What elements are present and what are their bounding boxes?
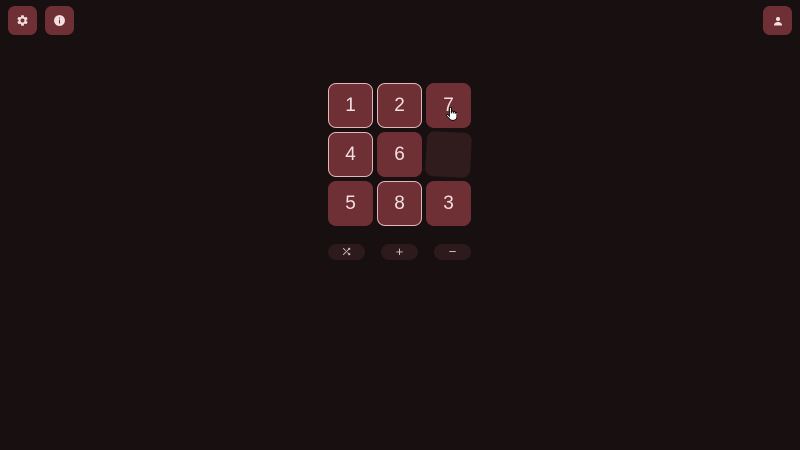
settings-button[interactable] <box>8 6 37 35</box>
tile[interactable]: 1 <box>328 83 373 128</box>
shuffle-icon <box>328 246 365 257</box>
tile[interactable]: 6 <box>377 132 422 177</box>
add-tile-button[interactable]: + <box>381 244 418 260</box>
account-button[interactable] <box>763 6 792 35</box>
tile[interactable]: 8 <box>377 181 422 226</box>
tile[interactable]: 5 <box>328 181 373 226</box>
empty-slot <box>424 130 473 179</box>
shuffle-button[interactable] <box>328 244 365 260</box>
puzzle-page: 1 2 7 4 6 5 8 3 + − <box>0 0 800 450</box>
tile[interactable]: 7 <box>426 83 471 128</box>
tile[interactable]: 2 <box>377 83 422 128</box>
info-icon <box>53 14 66 27</box>
info-button[interactable] <box>45 6 74 35</box>
controls-bar: + − <box>328 244 473 260</box>
puzzle-board: 1 2 7 4 6 5 8 3 <box>328 83 473 228</box>
tile[interactable]: 3 <box>426 181 471 226</box>
person-icon <box>772 15 784 27</box>
gear-icon <box>16 14 29 27</box>
remove-tile-button[interactable]: − <box>434 244 471 260</box>
tile[interactable]: 4 <box>328 132 373 177</box>
